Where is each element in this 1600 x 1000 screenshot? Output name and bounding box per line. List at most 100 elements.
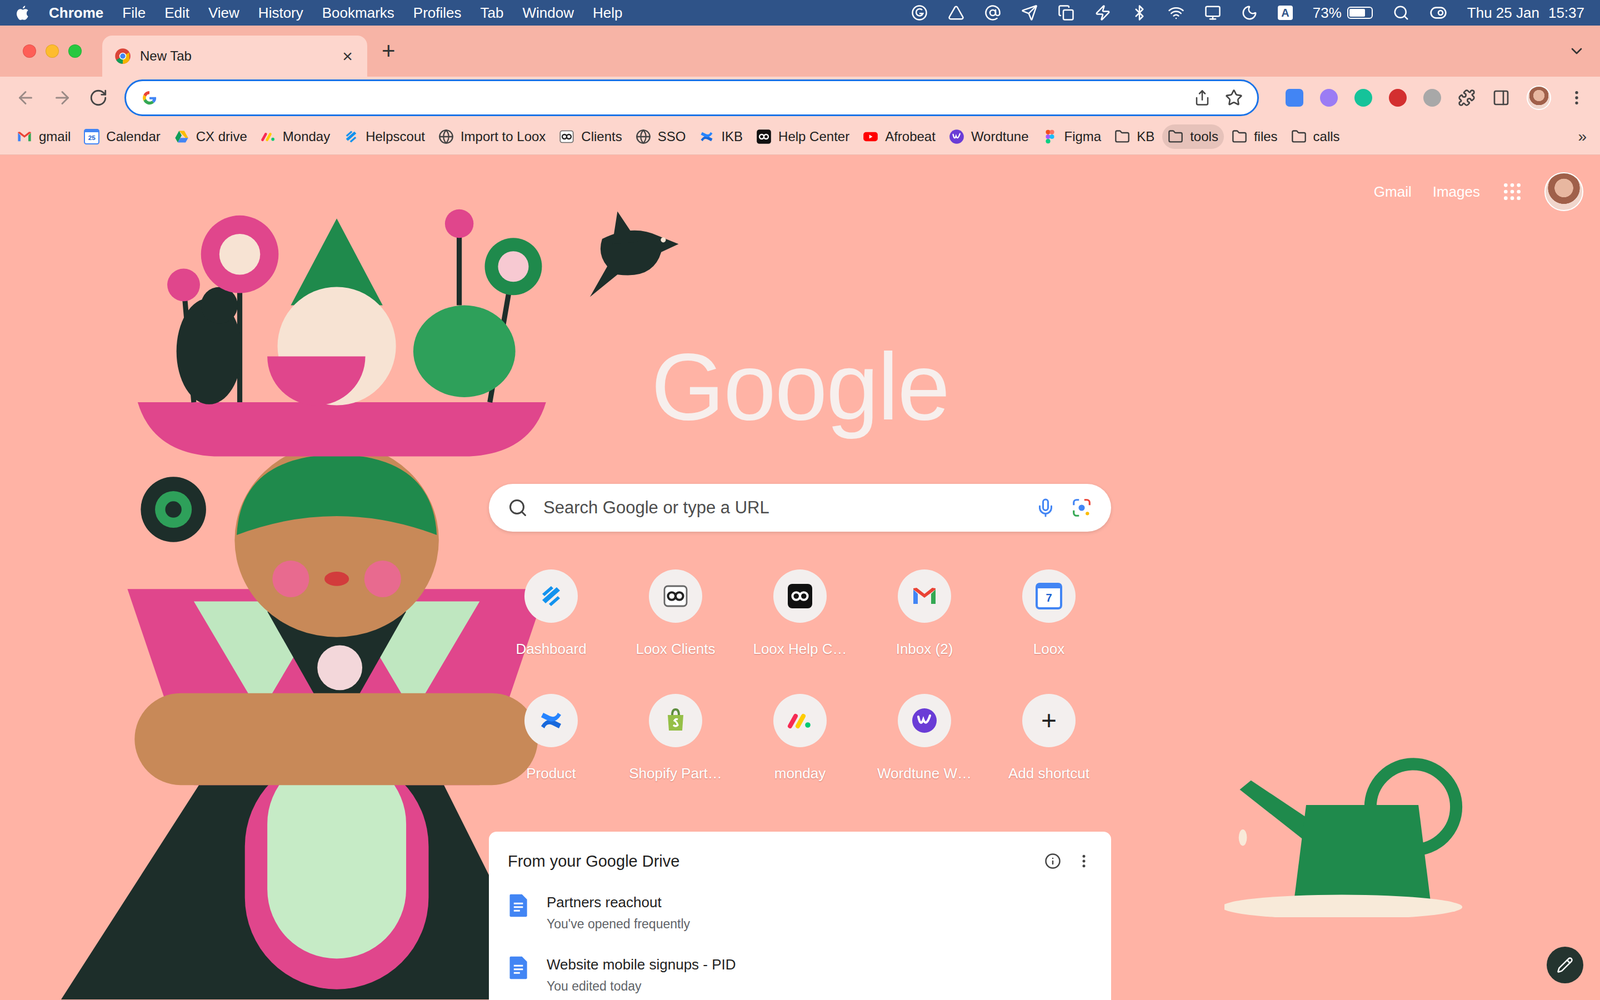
bookmark-item[interactable]: IKB xyxy=(693,124,749,149)
shortcut-tile[interactable]: Wordtune W… xyxy=(862,679,987,804)
shortcut-tile[interactable]: +Add shortcut xyxy=(986,679,1112,804)
bookmark-item[interactable]: SSO xyxy=(630,124,692,149)
apps-grid-icon[interactable] xyxy=(1501,180,1524,203)
menu-item[interactable]: Edit xyxy=(164,3,190,22)
tab-search[interactable] xyxy=(1567,42,1586,60)
bookmark-item[interactable]: tools xyxy=(1162,124,1224,149)
new-tab-button[interactable]: + xyxy=(381,38,396,64)
pen-icon[interactable] xyxy=(1320,88,1338,107)
shortcut-tile[interactable]: Loox Help C… xyxy=(737,555,863,680)
g-circle-icon[interactable] xyxy=(911,4,928,22)
focus-icon[interactable] xyxy=(1241,4,1258,22)
battery-status[interactable]: 73% xyxy=(1312,3,1373,22)
bookmark-item[interactable]: 25Calendar xyxy=(78,124,166,149)
bolt-icon[interactable] xyxy=(1094,4,1112,22)
menu-item[interactable]: History xyxy=(258,3,304,22)
menu-item[interactable]: Profiles xyxy=(413,3,462,22)
display-icon[interactable] xyxy=(1204,4,1222,22)
control-center-icon[interactable] xyxy=(1429,3,1448,22)
search-icon xyxy=(507,497,528,518)
back-icon[interactable] xyxy=(15,87,36,108)
shortcut-tile[interactable]: Product xyxy=(488,679,614,804)
mic-icon[interactable] xyxy=(1035,497,1056,518)
header-link[interactable]: Images xyxy=(1432,183,1480,201)
app-menu[interactable]: Chrome xyxy=(48,3,104,22)
drive-item[interactable]: Partners reachoutYou've opened frequentl… xyxy=(507,893,1093,933)
bookmark-item[interactable]: Figma xyxy=(1036,124,1108,149)
bookmark-item[interactable]: Monday xyxy=(255,124,336,149)
shortcut-tile[interactable]: Inbox (2) xyxy=(862,555,987,680)
drive-item[interactable]: Website mobile signups - PIDYou edited t… xyxy=(507,955,1093,995)
bookmark-item[interactable]: Clients xyxy=(553,124,628,149)
bookmark-item[interactable]: files xyxy=(1226,124,1284,149)
menu-item[interactable]: View xyxy=(208,3,240,22)
tab-close[interactable]: × xyxy=(340,47,355,65)
header-link[interactable]: Gmail xyxy=(1373,183,1412,201)
mention-icon[interactable] xyxy=(984,4,1002,22)
menu-item[interactable]: Window xyxy=(522,3,574,22)
add-icon: + xyxy=(1041,707,1057,734)
pencil-icon xyxy=(1556,956,1574,974)
new-tab-page: GmailImagesGoogleSearch Google or type a… xyxy=(0,155,1600,1000)
shortcut-icon xyxy=(648,569,703,623)
globe-icon xyxy=(438,128,454,145)
info-icon[interactable] xyxy=(1044,852,1062,870)
shortcut-tile[interactable]: Dashboard xyxy=(488,555,614,680)
shortcut-tile[interactable]: Loox Clients xyxy=(613,555,738,680)
send-icon[interactable] xyxy=(1021,4,1038,22)
side-panel-icon[interactable] xyxy=(1492,88,1510,107)
shortcut-label: Loox Help C… xyxy=(752,640,847,658)
bookmark-item[interactable]: Afrobeat xyxy=(857,124,942,149)
puzzle-icon[interactable] xyxy=(1457,88,1476,107)
bookmark-item[interactable]: Helpscout xyxy=(337,124,431,149)
account-avatar[interactable] xyxy=(1544,172,1584,212)
menu-icon[interactable] xyxy=(1567,88,1586,107)
close-button[interactable] xyxy=(22,44,37,58)
forward-icon[interactable] xyxy=(52,87,73,108)
bookmark-item[interactable]: Wordtune xyxy=(943,124,1035,149)
spotlight-icon[interactable] xyxy=(1392,4,1410,22)
apple-icon[interactable] xyxy=(15,4,30,22)
extension-icon[interactable] xyxy=(1388,88,1407,107)
minimize-button[interactable] xyxy=(45,44,59,58)
shortcut-tile[interactable]: 7Loox xyxy=(986,555,1112,680)
grammarly-icon[interactable] xyxy=(1354,88,1373,107)
shortcut-label: Wordtune W… xyxy=(877,764,972,783)
bookmark-item[interactable]: Import to Loox xyxy=(432,124,552,149)
lens-icon[interactable] xyxy=(1071,497,1093,519)
shortcut-icon xyxy=(524,693,578,748)
shortcut-tile[interactable]: Shopify Part… xyxy=(613,679,738,804)
tab[interactable]: New Tab× xyxy=(102,35,368,77)
clock[interactable]: Thu 25 Jan15:37 xyxy=(1467,3,1585,22)
share-icon[interactable] xyxy=(1193,89,1211,107)
shortcut-tile[interactable]: monday xyxy=(737,679,863,804)
reload-icon[interactable] xyxy=(88,88,108,108)
menu-item[interactable]: File xyxy=(122,3,146,22)
bookmark-item[interactable]: calls xyxy=(1285,124,1346,149)
bookmark-item[interactable]: CX drive xyxy=(168,124,253,149)
more-bookmarks[interactable]: » xyxy=(1574,127,1590,146)
search-box[interactable]: Search Google or type a URL xyxy=(488,483,1112,532)
menu-item[interactable]: Help xyxy=(592,3,623,22)
zoom-button[interactable] xyxy=(68,44,82,58)
screen: Chrome File Edit View History Bookmarks Profil… xyxy=(0,0,1600,1000)
omnibox[interactable] xyxy=(124,79,1259,117)
customize-button[interactable] xyxy=(1546,946,1584,984)
shortcut-icon xyxy=(648,693,703,748)
card-menu-icon[interactable] xyxy=(1075,852,1093,870)
star-icon[interactable] xyxy=(1225,88,1243,107)
bluetooth-icon[interactable] xyxy=(1131,4,1148,22)
menu-item[interactable]: Tab xyxy=(480,3,504,22)
confluence-icon xyxy=(698,128,715,145)
drive-status-icon[interactable] xyxy=(947,4,965,22)
wifi-icon[interactable] xyxy=(1167,4,1185,22)
profile-avatar[interactable] xyxy=(1526,85,1552,110)
bookmark-item[interactable]: gmail xyxy=(11,124,77,149)
bookmark-item[interactable]: Help Center xyxy=(750,124,855,149)
menu-item[interactable]: Bookmarks xyxy=(322,3,395,22)
windows-icon[interactable] xyxy=(1057,4,1075,22)
bookmark-item[interactable]: KB xyxy=(1108,124,1160,149)
translate-icon[interactable] xyxy=(1285,88,1304,107)
input-source[interactable]: A xyxy=(1277,5,1293,20)
loox-extension-icon[interactable] xyxy=(1423,88,1442,107)
